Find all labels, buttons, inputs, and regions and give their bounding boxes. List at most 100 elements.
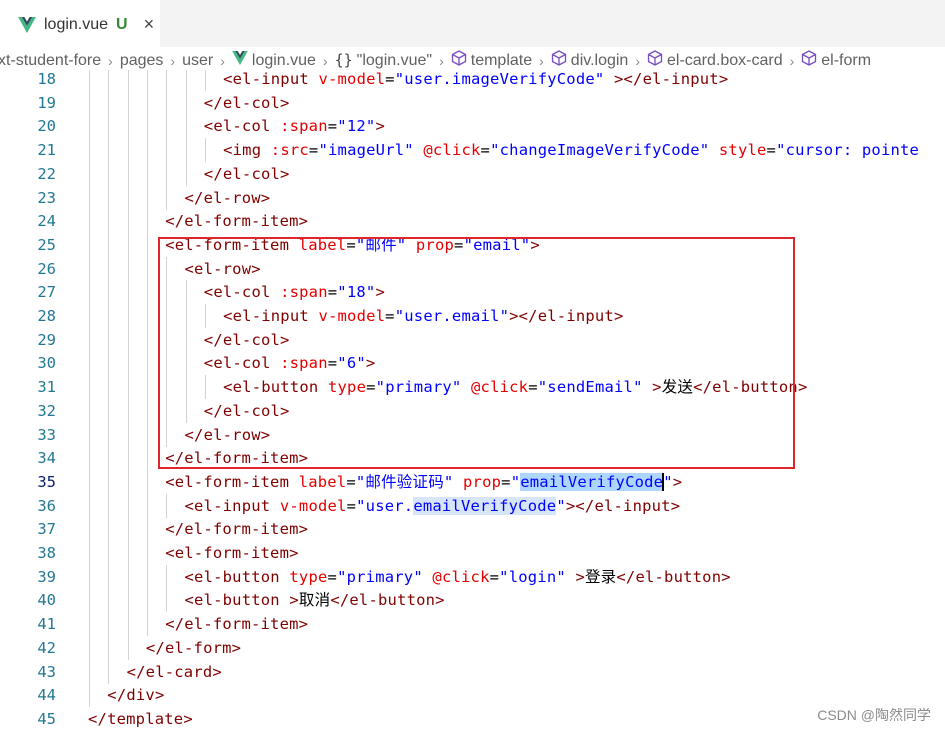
indent-guide [185,304,187,328]
indent-guide [204,375,206,400]
line-number: 18 [37,70,56,88]
code-line[interactable]: 44 </div> [0,683,945,708]
code-token: > [672,472,683,491]
code-line[interactable]: 24 </el-form-item> [0,209,945,234]
indent-guide [146,280,148,305]
code-line[interactable]: 27 <el-col :span="18"> [0,280,945,305]
code-line[interactable]: 40 <el-button >取消</el-button> [0,588,945,613]
code-editor[interactable]: 18 <el-input v-model="user.imageVerifyCod… [0,70,945,733]
code-token: v-model [318,70,386,88]
code-token: @click [432,567,490,586]
code-line[interactable]: 28 <el-input v-model="user.email"></el-in… [0,304,945,328]
indent-guide [166,398,168,423]
code-line[interactable]: 25 <el-form-item label="邮件" prop="email"> [0,232,945,257]
indent-guide [108,635,110,660]
breadcrumb-item[interactable]: template [451,50,532,71]
breadcrumb-label: "login.vue" [356,51,433,69]
code-line[interactable]: 20 <el-col :span="12"> [0,114,945,139]
indent-guide [127,517,129,542]
line-number: 37 [37,520,56,539]
code-line[interactable]: 23 </el-row> [0,185,945,210]
code-token: <el-col [203,117,271,136]
breadcrumb-label: el-card.box-card [666,51,783,69]
code-token: 取消 [298,591,331,610]
breadcrumb-item[interactable]: user [182,52,213,70]
code-token: ></el-input> [565,496,681,515]
code-text: </div> [107,683,164,707]
code-line[interactable]: 31 <el-button type="primary" @click="send… [0,375,945,400]
code-line[interactable]: 18 <el-input v-model="user.imageVerifyCod… [0,70,945,91]
indent-guide [89,304,90,328]
indent-guide [108,327,110,352]
code-line[interactable]: 22 </el-col> [0,161,945,186]
code-line[interactable]: 19 </el-col> [0,90,945,115]
indent-guide [146,541,148,565]
code-line[interactable]: 38 <el-form-item> [0,541,945,565]
code-line[interactable]: 36 <el-input v-model="user.emailVerifyCod… [0,493,945,518]
code-token: </el-button> [616,567,731,586]
indent-guide [127,612,129,637]
breadcrumb-item[interactable]: pages [120,52,164,70]
indent-guide [166,185,168,210]
indent-guide [127,161,129,186]
code-line[interactable]: 34 </el-form-item> [0,446,945,471]
breadcrumb-item[interactable]: xt-student-fore [0,52,101,70]
code-token: </el-col> [203,330,290,349]
breadcrumb-item[interactable]: div.login [551,50,628,71]
indent-guide [146,256,148,281]
code-line[interactable]: 21 <img :src="imageUrl" @click="changeIma… [0,138,945,163]
vue-icon [18,16,36,33]
close-icon[interactable]: × [144,14,155,35]
breadcrumb-item[interactable]: el-form [801,50,871,71]
indent-guide [185,138,187,163]
line-number: 31 [37,378,56,397]
code-token: type [289,567,328,586]
breadcrumb-item[interactable]: login.vue [232,51,316,70]
code-line[interactable]: 35 <el-form-item label="邮件验证码" prop="emai… [0,469,945,494]
breadcrumb-item[interactable]: {} "login.vue" [335,51,432,70]
line-number: 21 [37,141,56,160]
indent-guide [146,90,148,115]
tab-login-vue[interactable]: login.vue U × [0,0,160,47]
indent-guide [108,375,110,400]
code-token: = [480,141,491,160]
code-token: " [663,472,673,491]
code-line[interactable]: 45 </template> [0,707,945,731]
breadcrumb-item[interactable]: el-card.box-card [647,50,783,71]
code-token: type [327,378,367,397]
code-line[interactable]: 37 </el-form-item> [0,517,945,542]
indent-guide [166,90,168,115]
indent-guide [166,114,168,139]
code-line[interactable]: 33 </el-row> [0,422,945,447]
code-token: style [718,141,767,160]
line-number: 24 [37,212,56,231]
indent-guide [108,517,110,542]
line-number: 44 [37,686,56,705]
indent-guide [108,351,110,376]
code-line[interactable]: 26 <el-row> [0,256,945,281]
indent-guide [89,327,90,352]
code-text: </el-form-item> [165,446,308,470]
code-line[interactable]: 39 <el-button type="primary" @click="logi… [0,564,945,589]
code-token: <el-button [184,567,280,586]
code-token: <el-button [223,378,319,397]
code-line[interactable]: 30 <el-col :span="6"> [0,351,945,376]
code-line[interactable]: 41 </el-form-item> [0,612,945,637]
indent-guide [108,232,110,257]
indent-guide [146,375,148,400]
code-line[interactable]: 29 </el-col> [0,327,945,352]
code-text: </el-card> [127,660,222,684]
code-line[interactable]: 43 </el-card> [0,659,945,684]
breadcrumb-label: pages [119,51,164,69]
code-line[interactable]: 32 </el-col> [0,398,945,423]
code-line[interactable]: 42 </el-form> [0,635,945,660]
